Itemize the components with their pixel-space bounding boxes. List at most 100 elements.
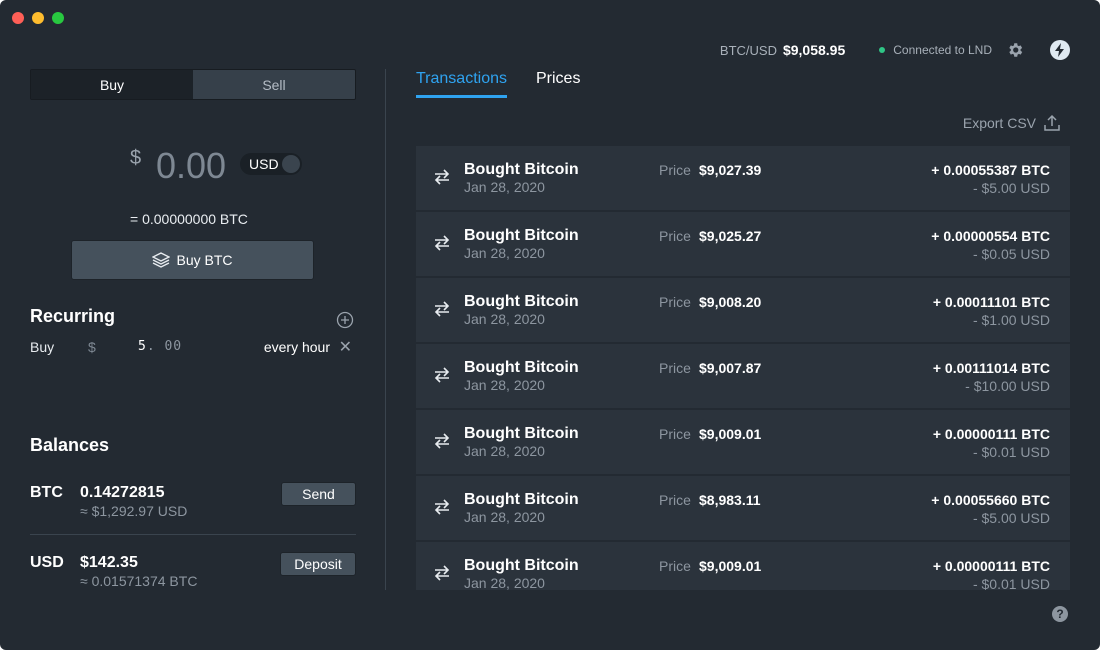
balance-converted: ≈ 0.01571374 BTC [80, 573, 198, 589]
amount-input[interactable]: 0.00 [156, 145, 226, 187]
help-icon[interactable]: ? [1052, 606, 1068, 622]
transaction-date: Jan 28, 2020 [464, 311, 545, 327]
balance-currency: USD [30, 554, 64, 571]
transaction-list: Bought Bitcoin Jan 28, 2020 Price $9,027… [416, 146, 1070, 590]
transaction-usd-amount: - $0.01 USD [972, 576, 1050, 590]
transaction-btc-amount: + 0.00000111 BTC [932, 426, 1050, 442]
export-csv-button[interactable]: Export CSV [963, 114, 1060, 131]
transaction-price-label: Price [659, 360, 691, 376]
trade-panel: Buy Sell $ 0.00 USD = 0.00000000 BTC Buy… [30, 69, 356, 589]
balance-currency: BTC [30, 484, 63, 501]
transaction-row[interactable]: Bought Bitcoin Jan 28, 2020 Price $9,009… [416, 542, 1070, 590]
buy-sell-toggle: Buy Sell [30, 69, 356, 100]
balance-row-usd: USD $142.35 ≈ 0.01571374 BTC Deposit [30, 552, 356, 596]
transaction-price: $9,027.39 [699, 162, 762, 178]
window-controls [12, 12, 64, 24]
layers-icon [152, 252, 171, 268]
lightning-bolt-icon[interactable] [1050, 40, 1070, 60]
transaction-btc-amount: + 0.00055660 BTC [931, 492, 1050, 508]
transaction-usd-amount: - $1.00 USD [972, 312, 1050, 328]
swap-arrows-icon [434, 169, 450, 185]
transaction-usd-amount: - $0.01 USD [972, 444, 1050, 460]
currency-toggle-knob [282, 155, 300, 173]
tab-buy[interactable]: Buy [31, 70, 193, 99]
transaction-date: Jan 28, 2020 [464, 245, 545, 261]
amount-input-row: $ 0.00 USD [30, 145, 356, 187]
maximize-window-button[interactable] [52, 12, 64, 24]
recurring-title: Recurring [30, 306, 116, 326]
swap-arrows-icon [434, 301, 450, 317]
transaction-price-label: Price [659, 294, 691, 310]
swap-arrows-icon [434, 433, 450, 449]
transaction-date: Jan 28, 2020 [464, 179, 545, 195]
connection-status-dot [879, 47, 886, 53]
recurring-frequency-select[interactable]: every hour [264, 339, 330, 355]
transaction-title: Bought Bitcoin [464, 425, 579, 442]
transaction-price-label: Price [659, 558, 691, 574]
transaction-title: Bought Bitcoin [464, 491, 579, 508]
currency-toggle-label: USD [249, 156, 279, 172]
remove-recurring-icon[interactable]: ✕ [339, 337, 352, 357]
close-window-button[interactable] [12, 12, 24, 24]
buy-btc-button-label: Buy BTC [176, 252, 233, 268]
transaction-price: $8,983.11 [699, 492, 761, 508]
minimize-window-button[interactable] [32, 12, 44, 24]
transaction-price: $9,007.87 [699, 360, 762, 376]
swap-arrows-icon [434, 499, 450, 515]
transaction-row[interactable]: Bought Bitcoin Jan 28, 2020 Price $9,009… [416, 410, 1070, 474]
balance-divider [30, 534, 356, 535]
transaction-price-label: Price [659, 492, 691, 508]
recurring-amount-input[interactable]: 5. 00 [138, 339, 182, 354]
deposit-button[interactable]: Deposit [280, 552, 356, 576]
recurring-action: Buy [30, 339, 55, 355]
transaction-title: Bought Bitcoin [464, 359, 579, 376]
transaction-title: Bought Bitcoin [464, 557, 579, 574]
tab-sell[interactable]: Sell [193, 70, 355, 99]
upload-icon [1044, 114, 1060, 131]
balance-converted: ≈ $1,292.97 USD [80, 503, 188, 519]
recurring-currency-symbol: $ [88, 339, 96, 355]
transaction-usd-amount: - $5.00 USD [972, 510, 1050, 526]
transaction-usd-amount: - $10.00 USD [965, 378, 1050, 394]
send-button[interactable]: Send [281, 482, 356, 506]
swap-arrows-icon [434, 565, 450, 581]
transaction-date: Jan 28, 2020 [464, 377, 545, 393]
transaction-row[interactable]: Bought Bitcoin Jan 28, 2020 Price $9,008… [416, 278, 1070, 342]
currency-symbol: $ [130, 147, 142, 169]
transaction-row[interactable]: Bought Bitcoin Jan 28, 2020 Price $9,025… [416, 212, 1070, 276]
gear-icon[interactable] [1006, 41, 1024, 59]
balance-amount: 0.14272815 [80, 484, 165, 501]
tab-transactions[interactable]: Transactions [416, 70, 507, 98]
price-pair-value: $9,058.95 [782, 42, 846, 58]
transaction-price: $9,008.20 [699, 294, 762, 310]
currency-toggle[interactable]: USD [240, 153, 302, 175]
transaction-title: Bought Bitcoin [464, 161, 579, 178]
transaction-price-label: Price [659, 426, 691, 442]
transaction-btc-amount: + 0.00111014 BTC [932, 360, 1050, 376]
transaction-price-label: Price [659, 228, 691, 244]
balance-amount: $142.35 [80, 554, 138, 571]
swap-arrows-icon [434, 367, 450, 383]
pane-divider [385, 69, 386, 590]
header-status-bar: BTC/USD $9,058.95 Connected to LND [720, 40, 1070, 60]
swap-arrows-icon [434, 235, 450, 251]
transaction-btc-amount: + 0.00055387 BTC [931, 162, 1050, 178]
tab-prices[interactable]: Prices [536, 70, 580, 98]
main-tabs: Transactions Prices [416, 70, 609, 98]
transaction-row[interactable]: Bought Bitcoin Jan 28, 2020 Price $9,027… [416, 146, 1070, 210]
transaction-price: $9,009.01 [699, 558, 762, 574]
transaction-price-label: Price [659, 162, 691, 178]
add-circle-icon[interactable] [336, 311, 354, 329]
transaction-row[interactable]: Bought Bitcoin Jan 28, 2020 Price $9,007… [416, 344, 1070, 408]
transaction-btc-amount: + 0.00000554 BTC [931, 228, 1050, 244]
buy-btc-button[interactable]: Buy BTC [71, 240, 314, 280]
transaction-row[interactable]: Bought Bitcoin Jan 28, 2020 Price $8,983… [416, 476, 1070, 540]
export-csv-label: Export CSV [962, 114, 1036, 131]
transaction-date: Jan 28, 2020 [464, 575, 545, 590]
transaction-title: Bought Bitcoin [464, 227, 579, 244]
recurring-amount-cents: . 00 [146, 339, 183, 354]
recurring-amount-whole: 5 [138, 339, 147, 354]
transaction-btc-amount: + 0.00011101 BTC [932, 294, 1050, 310]
transaction-date: Jan 28, 2020 [464, 443, 545, 459]
transaction-btc-amount: + 0.00000111 BTC [932, 558, 1050, 574]
